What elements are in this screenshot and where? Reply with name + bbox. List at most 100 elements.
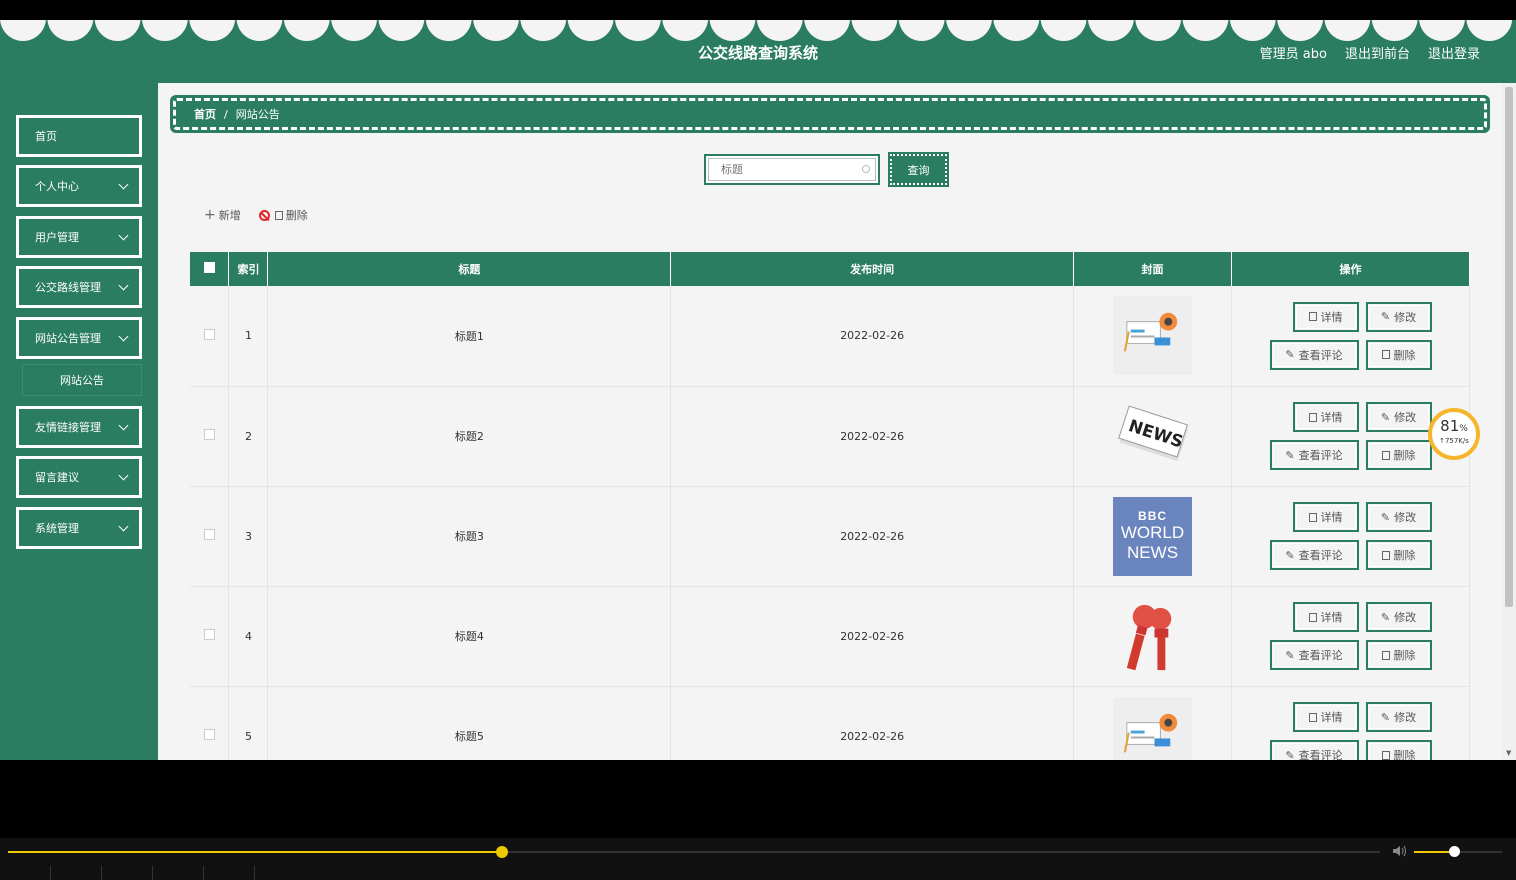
batch-delete-button[interactable]: 删除 [258,207,308,223]
sidebar: 首页 个人中心 用户管理 公交路线管理 网站公告管理 网站公告 友情链接管理 留… [0,83,158,760]
detail-button[interactable]: 详情 [1292,702,1359,732]
add-label: 新增 [218,209,241,222]
row-actions: 详情 ✎ 修改 ✎ 查看评论 删除 [1231,286,1470,387]
trash-icon [1381,750,1390,760]
sidebar-item-label: 网站公告管理 [35,332,101,345]
row-select-cell [190,486,230,587]
edit-button[interactable]: ✎ 修改 [1365,702,1432,732]
sidebar-item-personal-center[interactable]: 个人中心 [16,165,142,207]
edit-button[interactable]: ✎ 修改 [1365,502,1432,532]
main-content: 首页 / 网站公告 查询 +新增 删除 索引 标题 发布时间 封面 操作 [158,83,1502,760]
column-header-cover: 封面 [1073,252,1233,286]
row-actions: 详情 ✎ 修改 ✎ 查看评论 删除 [1231,686,1470,760]
vertical-scrollbar[interactable]: ▼ [1502,83,1516,760]
exit-to-front-link[interactable]: 退出到前台 [1345,43,1410,62]
volume-knob[interactable] [1448,846,1460,857]
sidebar-item-home[interactable]: 首页 [16,115,142,157]
delete-label: 删除 [1393,449,1416,462]
row-title: 标题5 [267,686,672,760]
breadcrumb: 首页 / 网站公告 [170,95,1490,133]
news-cover-image [1113,296,1193,376]
seek-bar[interactable] [8,846,1380,858]
column-header-index: 索引 [228,252,269,286]
media-player-bar [0,838,1516,880]
trash-icon [1381,550,1390,560]
sidebar-item-label: 友情链接管理 [35,421,101,434]
detail-button[interactable]: 详情 [1292,502,1359,532]
column-header-actions: 操作 [1231,252,1470,286]
announcement-table: 索引 标题 发布时间 封面 操作 1 标题1 2022-02-26 详情 ✎ 修改 ✎ 查看评… [190,252,1470,760]
search-box [704,154,880,185]
edit-button[interactable]: ✎ 修改 [1365,602,1432,632]
bbc-cover-line2: WORLD [1120,522,1185,542]
pencil-icon: ✎ [1380,310,1391,324]
app-window: 公交线路查询系统 管理员 abo 退出到前台 退出登录 首页 个人中心 用户管理… [0,20,1516,760]
logout-link[interactable]: 退出登录 [1428,43,1480,62]
detail-button[interactable]: 详情 [1292,402,1359,432]
breadcrumb-home[interactable]: 首页 [194,106,216,122]
sidebar-item-friend-links[interactable]: 友情链接管理 [16,406,142,448]
detail-button[interactable]: 详情 [1292,301,1359,332]
delete-button[interactable]: 删除 [1365,540,1432,570]
sidebar-subitem-announcement[interactable]: 网站公告 [22,364,142,396]
breadcrumb-current: 网站公告 [235,108,280,121]
add-button[interactable]: + 新增 [204,207,241,223]
row-title: 标题2 [267,386,672,487]
row-checkbox[interactable] [203,328,215,340]
trash-icon [1381,350,1390,360]
header: 公交线路查询系统 管理员 abo 退出到前台 退出登录 [0,20,1516,83]
row-select-cell [190,586,230,687]
row-select-cell [190,286,230,387]
document-icon [1308,312,1317,322]
delete-button[interactable]: 删除 [1365,640,1432,670]
volume-icon[interactable] [1392,845,1406,857]
volume-fill [1414,851,1454,853]
select-all-checkbox[interactable] [203,262,215,273]
network-speed-widget[interactable]: 81% ↑757K/s [1428,408,1480,460]
view-comments-button[interactable]: ✎ 查看评论 [1269,640,1359,670]
sidebar-item-feedback[interactable]: 留言建议 [16,456,142,498]
scrollbar-thumb[interactable] [1505,87,1513,607]
row-title: 标题3 [267,486,672,587]
view-comments-button[interactable]: ✎ 查看评论 [1269,440,1359,470]
sidebar-item-label: 公交路线管理 [35,281,101,294]
table-header-row: 索引 标题 发布时间 封面 操作 [190,252,1470,286]
row-cover [1073,286,1233,387]
scroll-down-arrow-icon[interactable]: ▼ [1506,749,1511,757]
delete-button[interactable]: 删除 [1365,740,1432,760]
row-checkbox[interactable] [203,429,215,440]
player-tab[interactable] [51,866,102,880]
view-comments-button[interactable]: ✎ 查看评论 [1269,339,1359,370]
player-tab[interactable] [0,866,51,880]
edit-button[interactable]: ✎ 修改 [1365,301,1432,332]
view-comments-label: 查看评论 [1298,749,1343,760]
query-button[interactable]: 查询 [888,152,949,187]
seek-knob[interactable] [495,846,508,858]
row-checkbox[interactable] [203,529,215,540]
delete-button[interactable]: 删除 [1365,440,1432,470]
sidebar-item-system-management[interactable]: 系统管理 [16,507,142,549]
player-tab[interactable] [204,866,255,880]
row-cover [1073,686,1233,760]
row-checkbox[interactable] [203,729,215,740]
row-index: 4 [228,586,269,687]
table-row: 2 标题2 2022-02-26 NEWS 详情 ✎ 修改 ✎ 查看评论 删除 [190,386,1470,487]
player-tab[interactable] [153,866,204,880]
delete-button[interactable]: 删除 [1365,339,1432,370]
player-tab[interactable] [102,866,153,880]
bbc-cover-line1: BBC [1138,508,1168,523]
detail-button[interactable]: 详情 [1292,602,1359,632]
search-input[interactable] [708,158,876,181]
view-comments-button[interactable]: ✎ 查看评论 [1269,740,1359,760]
row-checkbox[interactable] [203,629,215,640]
sidebar-item-announcement-management[interactable]: 网站公告管理 [16,317,142,359]
sidebar-item-bus-route-management[interactable]: 公交路线管理 [16,266,142,308]
delete-label: 删除 [1393,549,1416,562]
volume-slider[interactable] [1414,846,1502,857]
sidebar-item-user-management[interactable]: 用户管理 [16,216,142,258]
delete-label: 删除 [1393,749,1416,760]
row-title: 标题4 [267,586,672,687]
view-comments-button[interactable]: ✎ 查看评论 [1269,540,1359,570]
edit-button[interactable]: ✎ 修改 [1365,402,1432,432]
document-icon [1308,612,1317,622]
